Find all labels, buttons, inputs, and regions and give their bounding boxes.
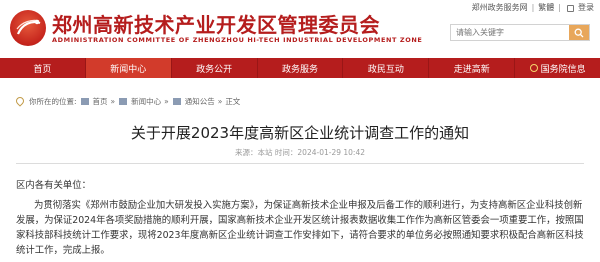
search-icon <box>574 28 584 37</box>
nav-state-council[interactable]: 国务院信息 <box>515 58 600 78</box>
breadcrumb-separator: » <box>110 96 116 106</box>
folder-icon <box>119 97 128 105</box>
search-input[interactable] <box>451 25 569 40</box>
nav-home[interactable]: 首页 <box>0 58 86 78</box>
nav-about-zone[interactable]: 走进高新 <box>429 58 516 78</box>
nav-gov-affairs-open[interactable]: 政务公开 <box>172 58 258 78</box>
nav-interaction[interactable]: 政民互动 <box>343 58 430 78</box>
logo-emblem-icon <box>16 19 41 35</box>
article-paragraph: 为贯彻落实《郑州市鼓励企业加大研发投入实施方案》，为保证高新技术企业申报及后备工… <box>16 200 584 256</box>
article-greeting: 区内各有关单位： <box>16 180 92 191</box>
divider <box>16 163 584 164</box>
breadcrumb-separator: » <box>164 96 169 106</box>
nav-gov-services[interactable]: 政务服务 <box>258 58 344 78</box>
breadcrumb-news-center[interactable]: 新闻中心 <box>131 96 161 107</box>
site-title: 郑州高新技术产业开发区管理委员会 <box>52 13 380 37</box>
breadcrumb-prefix: 你所在的位置: <box>29 96 77 106</box>
site-subtitle: ADMINISTRATION COMMITTEE OF ZHENGZHOU HI… <box>52 36 423 44</box>
breadcrumb-home[interactable]: 首页 <box>93 96 108 107</box>
breadcrumb-current: 正文 <box>225 96 241 106</box>
breadcrumb: 你所在的位置: 首页 » 新闻中心 » 通知公告 » 正文 <box>14 92 584 110</box>
search-box <box>450 24 590 41</box>
article-title: 关于开展2023年度高新区企业统计调查工作的通知 <box>130 124 470 142</box>
breadcrumb-notices[interactable]: 通知公告 <box>185 96 215 107</box>
article-meta: 来源：本站 时间：2024-01-29 10:42 <box>235 148 365 157</box>
nav-news-center[interactable]: 新闻中心 <box>85 58 172 78</box>
main-nav: 首页 新闻中心 政务公开 政务服务 政民互动 走进高新 国务院信息 <box>0 58 600 78</box>
search-button[interactable] <box>569 25 589 40</box>
logo[interactable] <box>10 10 46 46</box>
location-pin-icon <box>14 95 26 107</box>
folder-icon <box>172 97 181 105</box>
site-header: 郑州高新技术产业开发区管理委员会 ADMINISTRATION COMMITTE… <box>0 0 600 56</box>
home-icon <box>80 97 89 105</box>
breadcrumb-separator: » <box>217 96 223 106</box>
nav-state-council-label: 国务院信息 <box>540 64 586 75</box>
emblem-icon <box>529 64 538 72</box>
